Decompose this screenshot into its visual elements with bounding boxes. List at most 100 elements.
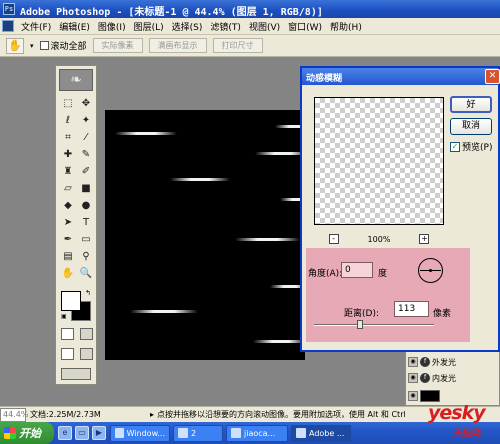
hand-tool-preset-icon[interactable]: ✋ bbox=[6, 37, 24, 54]
type-tool-icon[interactable]: T bbox=[78, 215, 94, 231]
angle-label: 角度(A): bbox=[308, 269, 343, 279]
eyedropper-tool-icon[interactable]: ⚲ bbox=[78, 249, 94, 265]
menu-window[interactable]: 窗口(W) bbox=[284, 20, 326, 33]
ok-button[interactable]: 好 bbox=[450, 96, 492, 113]
task-button[interactable]: jiaoca... bbox=[226, 424, 288, 442]
light-streak bbox=[170, 178, 230, 181]
task-button-active[interactable]: Adobe ... bbox=[291, 424, 351, 442]
quick-mask-mode-icon[interactable] bbox=[80, 328, 93, 340]
slice-tool-icon[interactable]: ⁄ bbox=[78, 130, 94, 146]
close-icon[interactable]: ✕ bbox=[485, 69, 500, 84]
move-tool-icon[interactable]: ✥ bbox=[78, 96, 94, 112]
menu-layer[interactable]: 图层(L) bbox=[130, 20, 168, 33]
quick-mask-row bbox=[61, 328, 93, 340]
pen-tool-icon[interactable]: ✒ bbox=[60, 232, 76, 248]
media-player-icon[interactable]: ▶ bbox=[92, 426, 106, 440]
task-button[interactable]: 2 bbox=[173, 424, 223, 442]
color-swatches: ↰ ▣ bbox=[61, 289, 91, 321]
preview-zoom-controls: - 100% + bbox=[314, 234, 444, 244]
distance-slider-thumb[interactable] bbox=[357, 320, 363, 329]
check-icon[interactable]: ✓ bbox=[450, 141, 460, 152]
angle-input[interactable]: 0 bbox=[341, 262, 373, 278]
marquee-tool-icon[interactable]: ⬚ bbox=[60, 96, 76, 112]
document-canvas[interactable] bbox=[105, 110, 305, 360]
path-select-tool-icon[interactable]: ➤ bbox=[60, 215, 76, 231]
layer-effect-row[interactable]: ◉ f 外发光 bbox=[406, 355, 500, 369]
full-screen-mode-icon[interactable] bbox=[80, 348, 93, 360]
print-size-button[interactable]: 打印尺寸 bbox=[212, 38, 263, 53]
actual-pixels-button[interactable]: 实际像素 bbox=[92, 38, 143, 53]
windows-taskbar: 开始 e ▭ ▶ Window... 2 jiaoca... Adobe ... bbox=[0, 422, 500, 444]
app-title-bar: Ps Adobe Photoshop - [未标题-1 @ 44.4% (图层 … bbox=[0, 0, 500, 18]
shape-tool-icon[interactable]: ▭ bbox=[78, 232, 94, 248]
motion-blur-dialog: 动感模糊 ✕ - 100% + 好 取消 ✓ 预览(P) 角度(A): 0 度 … bbox=[300, 66, 500, 352]
feather-logo-icon[interactable]: ❧ bbox=[59, 69, 93, 91]
default-colors-icon[interactable]: ▣ bbox=[61, 313, 67, 320]
standard-screen-mode-icon[interactable] bbox=[61, 348, 74, 360]
stamp-tool-icon[interactable]: ♜ bbox=[60, 164, 76, 180]
menu-image[interactable]: 图像(I) bbox=[94, 20, 130, 33]
status-menu-arrow-icon[interactable]: ▸ bbox=[150, 410, 154, 419]
notes-tool-icon[interactable]: ▤ bbox=[60, 249, 76, 265]
hand-tool-icon[interactable]: ✋ bbox=[60, 266, 76, 282]
healing-brush-tool-icon[interactable]: ✚ bbox=[60, 147, 76, 163]
zoom-tool-icon[interactable]: 🔍 bbox=[78, 266, 94, 282]
dodge-tool-icon[interactable]: ● bbox=[78, 198, 94, 214]
zoom-out-button[interactable]: - bbox=[328, 234, 339, 244]
menu-help[interactable]: 帮助(H) bbox=[326, 20, 366, 33]
photoshop-icon bbox=[296, 428, 306, 438]
history-brush-tool-icon[interactable]: ✐ bbox=[78, 164, 94, 180]
imageready-row bbox=[61, 368, 93, 380]
light-streak bbox=[255, 152, 305, 155]
zoom-level: 100% bbox=[367, 234, 391, 244]
document-size-info[interactable]: 文档:2.25M/2.73M bbox=[30, 409, 150, 420]
jump-to-imageready-icon[interactable] bbox=[61, 368, 91, 380]
preview-checkbox[interactable]: ✓ 预览(P) bbox=[450, 140, 492, 153]
lasso-tool-icon[interactable]: ℓ bbox=[60, 113, 76, 129]
tool-palette: ❧ ⬚ ✥ ℓ ✦ ⌗ ⁄ ✚ ✎ ♜ ✐ ▱ ■ ◆ ● ➤ T ✒ ▭ ▤ … bbox=[55, 65, 97, 385]
distance-slider[interactable] bbox=[314, 320, 434, 329]
menu-filter[interactable]: 滤镜(T) bbox=[206, 20, 245, 33]
watermark-subtitle: 天极网 bbox=[454, 429, 482, 439]
blur-tool-icon[interactable]: ◆ bbox=[60, 198, 76, 214]
eraser-tool-icon[interactable]: ▱ bbox=[60, 181, 76, 197]
brush-tool-icon[interactable]: ✎ bbox=[78, 147, 94, 163]
status-zoom-field[interactable]: 44.4% bbox=[0, 407, 28, 422]
window-title: Adobe Photoshop - [未标题-1 @ 44.4% (图层 1, … bbox=[20, 7, 323, 18]
light-streak bbox=[130, 310, 198, 313]
start-label: 开始 bbox=[19, 427, 41, 440]
browser-icon[interactable]: e bbox=[58, 426, 72, 440]
distance-input[interactable]: 113 bbox=[394, 301, 429, 317]
chevron-down-icon[interactable]: ▾ bbox=[30, 42, 34, 50]
menu-view[interactable]: 视图(V) bbox=[245, 20, 284, 33]
menu-select[interactable]: 选择(S) bbox=[168, 20, 207, 33]
zoom-in-button[interactable]: + bbox=[419, 234, 430, 244]
scroll-all-windows-checkbox[interactable]: 滚动全部 bbox=[39, 39, 87, 52]
folder-icon bbox=[178, 428, 188, 438]
menu-file[interactable]: 文件(F) bbox=[17, 20, 55, 33]
swap-colors-icon[interactable]: ↰ bbox=[85, 289, 91, 297]
document-icon[interactable] bbox=[2, 20, 14, 32]
fit-screen-button[interactable]: 满画布显示 bbox=[148, 38, 207, 53]
preview-area[interactable] bbox=[314, 97, 444, 225]
tool-grid: ⬚ ✥ ℓ ✦ ⌗ ⁄ ✚ ✎ ♜ ✐ ▱ ■ ◆ ● ➤ T ✒ ▭ ▤ ⚲ … bbox=[60, 96, 94, 282]
checkbox-box[interactable] bbox=[39, 41, 49, 50]
crop-tool-icon[interactable]: ⌗ bbox=[60, 130, 76, 146]
standard-mode-icon[interactable] bbox=[61, 328, 74, 340]
gradient-tool-icon[interactable]: ■ bbox=[78, 181, 94, 197]
start-button[interactable]: 开始 bbox=[0, 422, 54, 444]
desktop-icon[interactable]: ▭ bbox=[75, 426, 89, 440]
visibility-eye-icon[interactable]: ◉ bbox=[408, 357, 418, 367]
angle-dial[interactable] bbox=[418, 258, 443, 283]
layer-effect-row[interactable]: ◉ f 内发光 bbox=[406, 371, 500, 385]
document-icon bbox=[231, 428, 241, 438]
foreground-color-swatch[interactable] bbox=[61, 291, 81, 311]
inner-glow-label: 内发光 bbox=[432, 373, 456, 383]
menu-edit[interactable]: 编辑(E) bbox=[55, 20, 94, 33]
task-button[interactable]: Window... bbox=[110, 424, 170, 442]
visibility-eye-icon[interactable]: ◉ bbox=[408, 373, 418, 383]
magic-wand-tool-icon[interactable]: ✦ bbox=[78, 113, 94, 129]
distance-unit: 像素 bbox=[433, 309, 452, 319]
visibility-eye-icon[interactable]: ◉ bbox=[408, 391, 418, 401]
cancel-button[interactable]: 取消 bbox=[450, 118, 492, 135]
